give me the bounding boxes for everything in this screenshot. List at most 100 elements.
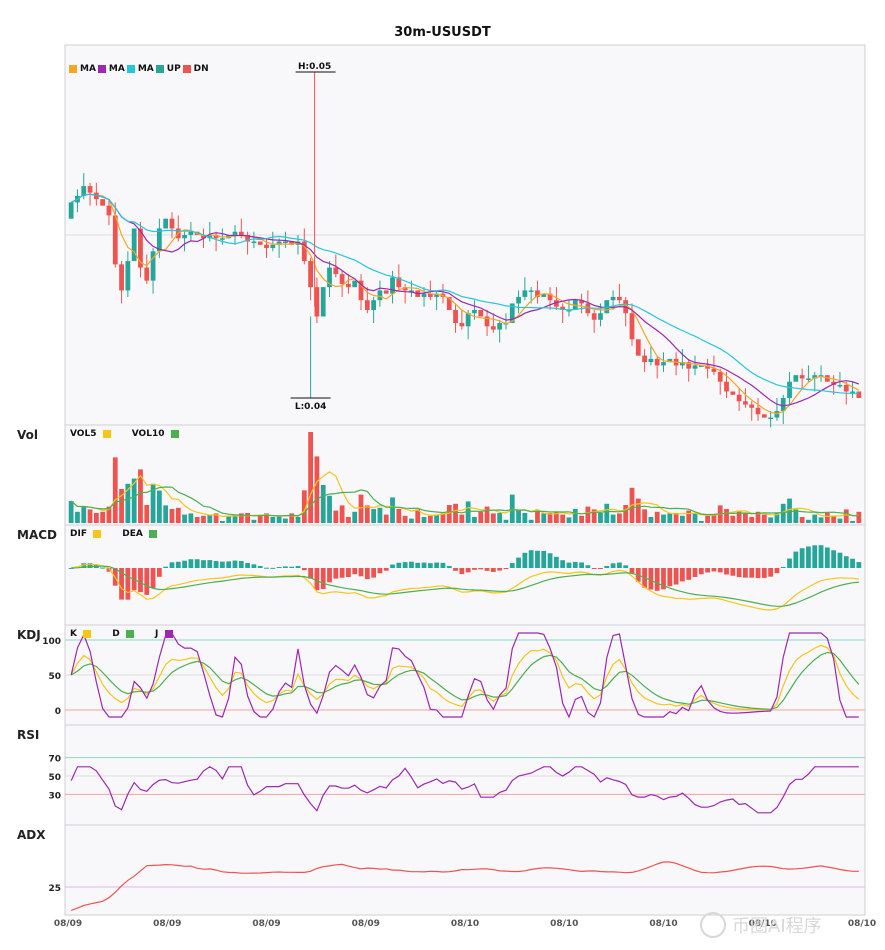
macd-bar — [730, 568, 736, 576]
candle-body — [421, 293, 427, 297]
x-tick-label: 08/10 — [848, 919, 876, 929]
macd-bar — [566, 562, 572, 568]
volume-bar — [251, 519, 257, 523]
candle-body — [472, 309, 477, 314]
macd-bar — [434, 562, 440, 568]
x-tick-label: 08/10 — [649, 919, 677, 929]
macd-bar — [528, 550, 534, 568]
macd-bar — [793, 551, 799, 568]
macd-bar — [182, 560, 187, 568]
candle-body — [169, 218, 175, 229]
volume-bar — [768, 517, 774, 523]
macd-legend: DIF DEA — [70, 529, 162, 539]
volume-bar — [686, 510, 692, 523]
candle-body — [787, 381, 792, 398]
macd-bar — [850, 558, 855, 568]
volume-bar — [661, 514, 666, 523]
volume-bar — [144, 505, 150, 523]
macd-bar — [150, 568, 156, 588]
macd-bar — [283, 566, 288, 568]
volume-bar — [383, 514, 389, 523]
volume-bar — [535, 510, 540, 523]
candle-body — [346, 283, 351, 288]
candle-body — [390, 277, 395, 294]
macd-bar — [270, 567, 276, 569]
candle-body — [383, 290, 389, 294]
volume-bar — [843, 509, 849, 523]
macd-bar — [276, 567, 282, 569]
macd-bar — [352, 568, 358, 575]
macd-bar — [390, 564, 395, 568]
volume-bar — [358, 494, 364, 523]
x-tick-label: 08/09 — [54, 919, 82, 929]
volume-bar — [818, 517, 824, 523]
high-label: H:0.05 — [298, 62, 331, 72]
macd-bar — [837, 552, 843, 568]
macd-bar — [257, 565, 263, 568]
candle-body — [522, 290, 528, 297]
vol-panel-frame — [64, 424, 866, 526]
candle-body — [333, 267, 339, 275]
volume-bar — [743, 513, 748, 523]
legend-dn: DN — [182, 64, 209, 74]
volume-bar — [680, 515, 685, 523]
x-tick-label: 08/09 — [352, 919, 380, 929]
macd-bar — [755, 568, 761, 579]
candle-body — [648, 358, 654, 363]
volume-bar — [320, 485, 326, 523]
macd-bar — [572, 561, 578, 568]
macd-bar — [219, 561, 225, 568]
volume-bar — [522, 513, 528, 523]
macd-bar — [465, 568, 471, 573]
x-tick-label: 08/10 — [550, 919, 578, 929]
macd-bar — [459, 568, 465, 575]
candle-body — [724, 381, 729, 392]
legend-up: UP — [155, 64, 181, 74]
volume-bar — [339, 505, 345, 523]
volume-bar — [509, 494, 515, 523]
macd-bar — [698, 568, 704, 575]
volume-bar — [308, 432, 314, 523]
macd-bar — [598, 568, 603, 569]
volume-bar — [427, 515, 433, 523]
volume-bar — [156, 490, 162, 523]
candle-body — [371, 300, 377, 310]
candle-body — [119, 264, 124, 291]
volume-bar — [610, 514, 616, 523]
volume-bar — [194, 517, 200, 523]
candle-body — [654, 358, 660, 366]
candle-body — [232, 231, 238, 235]
candle-body — [497, 323, 503, 330]
volume-bar — [616, 513, 622, 523]
candle-body — [717, 371, 723, 382]
candle-body — [377, 290, 383, 301]
macd-bar — [346, 568, 351, 578]
macd-bar — [843, 556, 849, 568]
volume-bar — [163, 505, 169, 523]
macd-bar — [201, 560, 206, 568]
macd-bar — [472, 568, 477, 570]
candle-body — [692, 365, 698, 369]
volume-bar — [245, 513, 250, 523]
candle-body — [661, 362, 666, 366]
macd-bar — [768, 568, 774, 577]
macd-bar — [616, 562, 622, 568]
candle-body — [314, 287, 320, 317]
macd-bar — [711, 568, 717, 572]
macd-bar — [806, 546, 811, 568]
volume-bar — [799, 517, 805, 523]
candle-body — [188, 231, 194, 235]
candle-body — [793, 375, 799, 382]
volume-bar — [484, 506, 490, 523]
macd-bar — [547, 553, 553, 568]
macd-bar — [427, 563, 433, 568]
volume-bar — [623, 505, 629, 523]
candle-body — [453, 309, 458, 324]
macd-bar — [818, 545, 824, 568]
rsi-panel-frame — [64, 724, 866, 826]
macd-bar — [396, 562, 402, 568]
volume-bar — [421, 517, 427, 523]
macd-bar — [623, 565, 629, 568]
volume-bar — [188, 513, 194, 523]
kdj-legend: K D J — [70, 629, 178, 639]
